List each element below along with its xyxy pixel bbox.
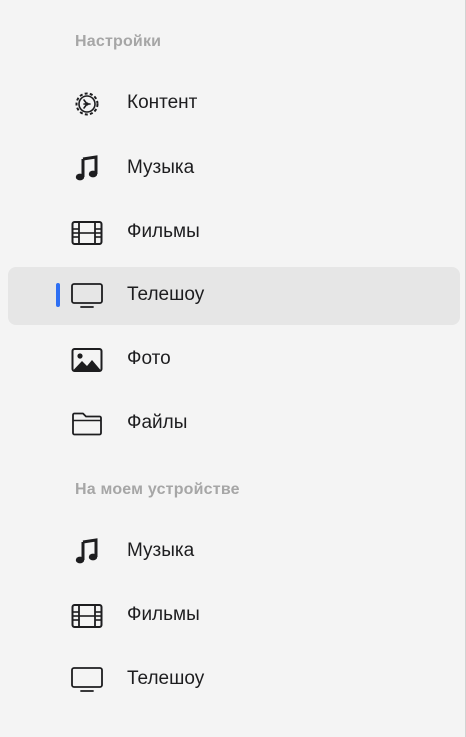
sidebar-item-label: Музыка: [127, 157, 195, 178]
music-note-icon: [70, 154, 104, 184]
device-item-movies[interactable]: Фильмы: [8, 587, 460, 645]
sidebar-item-label: Контент: [127, 92, 198, 113]
device-item-tv-shows[interactable]: Телешоу: [8, 651, 460, 709]
sidebar-item-tv-shows[interactable]: Телешоу: [8, 267, 460, 325]
photo-icon: [70, 345, 104, 375]
film-icon: [70, 601, 104, 631]
sidebar-item-label: Фото: [127, 348, 171, 369]
selection-indicator: [56, 283, 60, 307]
sidebar-item-photos[interactable]: Фото: [8, 331, 460, 389]
sidebar: Настройки Контент Музыка Фильмы Телешоу …: [0, 0, 466, 737]
sidebar-item-movies[interactable]: Фильмы: [8, 204, 460, 262]
music-note-icon: [70, 537, 104, 567]
film-icon: [70, 218, 104, 248]
sidebar-item-label: Фильмы: [127, 604, 200, 625]
tv-icon: [70, 281, 104, 311]
sidebar-item-label: Музыка: [127, 540, 195, 561]
sidebar-item-content[interactable]: Контент: [8, 75, 460, 133]
gear-icon: [70, 89, 104, 119]
sidebar-item-label: Файлы: [127, 412, 188, 433]
device-section-header: На моем устройстве: [75, 481, 240, 498]
sidebar-item-label: Телешоу: [127, 284, 205, 305]
device-item-music[interactable]: Музыка: [8, 523, 460, 581]
folder-icon: [70, 409, 104, 439]
sidebar-item-music[interactable]: Музыка: [8, 140, 460, 198]
sidebar-item-files[interactable]: Файлы: [8, 395, 460, 453]
sidebar-item-label: Телешоу: [127, 668, 205, 689]
settings-section-header: Настройки: [75, 33, 162, 50]
tv-icon: [70, 665, 104, 695]
sidebar-item-label: Фильмы: [127, 221, 200, 242]
